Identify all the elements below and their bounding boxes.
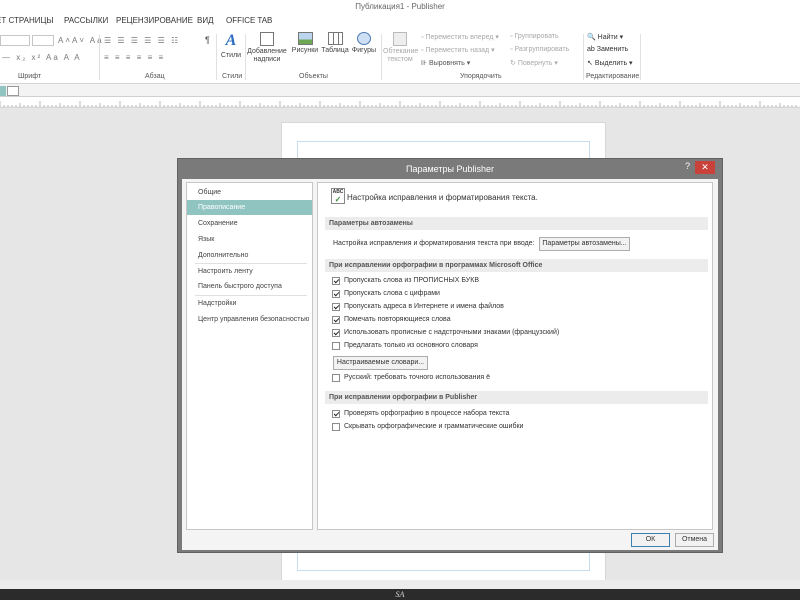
pictures-icon — [297, 32, 313, 45]
font-name-input[interactable] — [0, 35, 30, 46]
pilcrow-icon[interactable]: ¶ — [205, 35, 210, 45]
group-button[interactable]: ▫ Группировать — [510, 33, 559, 40]
checkbox-row[interactable]: Пропускать слова из ПРОПИСНЫХ БУКВ — [332, 276, 479, 287]
horizontal-ruler — [0, 96, 800, 107]
table-icon — [327, 32, 343, 45]
divider — [99, 34, 100, 80]
divider — [381, 34, 382, 80]
align-button[interactable]: ⊪ Выровнять ▾ — [421, 59, 470, 67]
group-label-objects: Объекты — [299, 73, 328, 80]
window-title: Публикация1 - Publisher — [0, 0, 800, 14]
divider — [583, 34, 584, 80]
add-text-box-button[interactable]: Добавление надписи — [247, 32, 287, 64]
wrap-text-icon — [393, 32, 407, 46]
styles-icon: A — [225, 32, 237, 49]
checkbox[interactable] — [332, 328, 340, 337]
ribbon-tabs: ЕТ СТРАНИЦЫ РАССЫЛКИ РЕЦЕНЗИРОВАНИЕ ВИД … — [0, 14, 800, 30]
group-label-font: Шрифт — [18, 73, 42, 80]
divider — [245, 34, 246, 80]
ruler-origin-box[interactable] — [7, 86, 19, 96]
checkbox-row[interactable]: Помечать повторяющиеся слова — [332, 315, 451, 326]
font-size-input[interactable] — [32, 35, 54, 46]
options-nav: Общие Правописание Сохранение Язык Допол… — [186, 182, 313, 530]
abc-check-icon: ABC ✓ — [331, 188, 345, 204]
font-format-icons[interactable]: — x₂ x² Aa A A — [2, 53, 82, 62]
find-button[interactable]: 🔍 Найти ▾ — [587, 33, 623, 41]
checkbox[interactable] — [332, 409, 340, 418]
bring-forward-button[interactable]: ▫ Переместить вперед ▾ — [421, 33, 499, 41]
ruler-area — [0, 84, 800, 108]
align-icons[interactable]: ≡ ≡ ≡ ≡ ≡ ≡ — [104, 53, 165, 62]
checkbox[interactable] — [332, 373, 340, 382]
custom-dictionaries-button[interactable]: Настраиваемые словари... — [333, 356, 428, 370]
proofing-panel: ABC ✓ Настройка исправления и форматирова… — [317, 182, 713, 530]
checkbox[interactable] — [332, 276, 340, 285]
ok-button[interactable]: ОК — [631, 533, 670, 547]
group-label-paragraph: Абзац — [145, 73, 165, 80]
nav-item-proofing[interactable]: Правописание — [187, 200, 312, 215]
group-label-arrange: Упорядочить — [460, 73, 502, 80]
autocorrect-options-button[interactable]: Параметры автозамены... — [539, 237, 630, 251]
checkbox[interactable] — [332, 315, 340, 324]
tab-mailings[interactable]: РАССЫЛКИ — [64, 16, 108, 25]
send-backward-button[interactable]: ▫ Переместить назад ▾ — [421, 46, 495, 54]
text-box-icon — [260, 32, 274, 46]
ungroup-button[interactable]: ▫ Разгруппировать — [510, 46, 569, 53]
nav-item-addins[interactable]: Надстройки — [187, 296, 312, 311]
checkbox-row[interactable]: Проверять орфографию в процессе набора т… — [332, 409, 509, 420]
checkbox[interactable] — [332, 341, 340, 350]
list-icons[interactable]: ☰ ☰ ☰ ☰ ☰ ☷ — [104, 36, 180, 45]
checkbox[interactable] — [332, 289, 340, 298]
checkbox[interactable] — [332, 302, 340, 311]
watermark-bar: SA — [0, 589, 800, 600]
styles-button[interactable]: A Стили — [219, 32, 243, 60]
section-office-spelling: При исправлении орфографии в программах … — [325, 259, 708, 272]
tab-office-tab[interactable]: OFFICE TAB — [226, 16, 272, 25]
checkbox-row[interactable]: Пропускать адреса в Интернете и имена фа… — [332, 302, 504, 313]
dialog-title: Параметры Publisher — [406, 164, 494, 174]
checkbox-row[interactable]: Предлагать только из основного словаря — [332, 341, 478, 352]
section-publisher-spelling: При исправлении орфографии в Publisher — [325, 391, 708, 404]
nav-item-language[interactable]: Язык — [187, 232, 312, 247]
tab-review[interactable]: РЕЦЕНЗИРОВАНИЕ — [116, 16, 193, 25]
checkbox-row[interactable]: Скрывать орфографические и грамматически… — [332, 422, 523, 433]
checkbox-row[interactable]: Пропускать слова с цифрами — [332, 289, 440, 300]
checkbox[interactable] — [332, 422, 340, 431]
nav-item-save[interactable]: Сохранение — [187, 216, 312, 231]
ribbon: A˄A˅ Aa — x₂ x² Aa A A Шрифт ☰ ☰ ☰ ☰ ☰ ☷… — [0, 30, 800, 84]
divider — [640, 34, 641, 80]
dialog-body: Общие Правописание Сохранение Язык Допол… — [182, 179, 718, 550]
section-autocorrect: Параметры автозамены — [325, 217, 708, 230]
tab-page-design[interactable]: ЕТ СТРАНИЦЫ — [0, 16, 54, 25]
pictures-button[interactable]: Рисунки — [290, 32, 320, 55]
nav-item-quick-access[interactable]: Панель быстрого доступа — [187, 279, 312, 294]
shapes-icon — [357, 32, 371, 45]
divider — [216, 34, 217, 80]
russian-yo-row[interactable]: Русский: требовать точного использования… — [332, 373, 490, 384]
nav-item-trust-center[interactable]: Центр управления безопасностью — [187, 312, 312, 327]
cancel-button[interactable]: Отмена — [675, 533, 714, 547]
panel-header: Настройка исправления и форматирования т… — [347, 193, 538, 202]
nav-item-general[interactable]: Общие — [187, 185, 312, 200]
help-button[interactable]: ? — [685, 161, 690, 171]
table-button[interactable]: Таблица — [320, 32, 350, 55]
close-button[interactable]: ✕ — [695, 161, 715, 174]
publisher-options-dialog: Параметры Publisher ? ✕ Общие Правописан… — [177, 158, 723, 553]
shapes-button[interactable]: Фигуры — [350, 32, 378, 55]
font-grow-shrink-icons[interactable]: A˄A˅ Aa — [58, 36, 104, 45]
checkbox-row[interactable]: Использовать прописные с надстрочными зн… — [332, 328, 559, 339]
autocorrect-label: Настройка исправления и форматирования т… — [333, 240, 535, 247]
replace-button[interactable]: ab Заменить — [587, 46, 628, 53]
status-bar — [0, 580, 800, 589]
group-label-styles: Стили — [222, 73, 243, 80]
nav-item-advanced[interactable]: Дополнительно — [187, 248, 312, 263]
ruler-ticks — [0, 101, 797, 107]
select-button[interactable]: ↖ Выделить ▾ — [587, 59, 633, 67]
rotate-button[interactable]: ↻ Повернуть ▾ — [510, 59, 558, 67]
wrap-text-button[interactable]: Обтекание текстом — [383, 32, 418, 64]
group-label-editing: Редактирование — [586, 73, 640, 80]
nav-item-customize-ribbon[interactable]: Настроить ленту — [187, 264, 312, 279]
tab-view[interactable]: ВИД — [197, 16, 214, 25]
